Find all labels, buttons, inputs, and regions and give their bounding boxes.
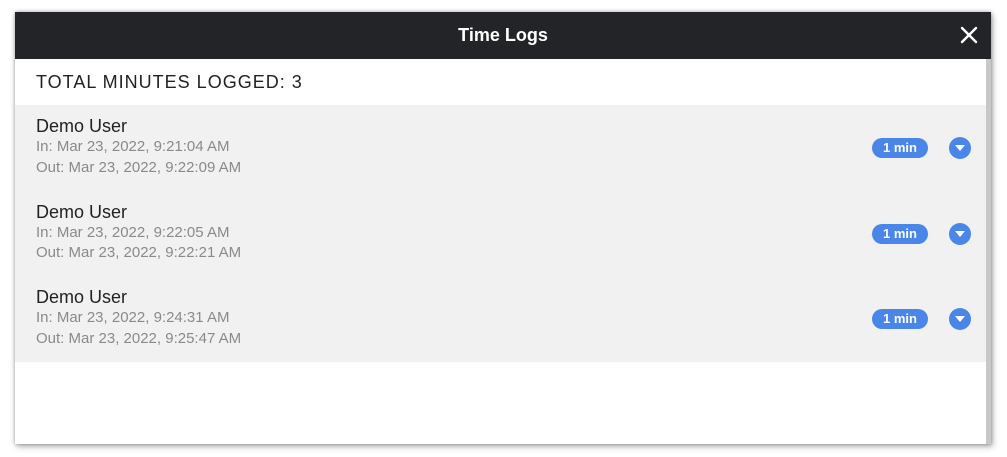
log-out-time: Out: Mar 23, 2022, 9:22:21 AM: [36, 244, 242, 261]
duration-badge: 1 min: [872, 223, 928, 244]
expand-entry-button[interactable]: [949, 222, 971, 245]
duration-badge: 1 min: [872, 309, 928, 329]
log-out-time: Out: Mar 23, 2022, 9:25:47 AM: [36, 329, 242, 347]
close-button[interactable]: [957, 23, 981, 47]
time-log-list: Demo User In: Mar 23, 2022, 9:21:04 AM O…: [15, 105, 986, 362]
close-icon: [960, 26, 978, 44]
log-out-time: Out: Mar 23, 2022, 9:22:09 AM: [36, 158, 242, 176]
log-user-name: Demo User: [36, 116, 128, 136]
expand-entry-button[interactable]: [949, 137, 971, 159]
time-log-entry: Demo User In: Mar 23, 2022, 9:24:31 AM O…: [15, 276, 986, 362]
log-in-time: In: Mar 23, 2022, 9:22:05 AM: [36, 223, 230, 241]
dialog-header: Time Logs: [15, 12, 991, 59]
time-logs-dialog: Time Logs TOTAL MINUTES LOGGED: 3 Demo U…: [15, 12, 991, 444]
duration-badge: 1 min: [872, 138, 928, 158]
dialog-body: TOTAL MINUTES LOGGED: 3 Demo User In: Ma…: [15, 59, 991, 362]
log-user-name: Demo User: [36, 287, 128, 307]
dialog-title: Time Logs: [458, 25, 548, 45]
log-user-name: Demo User: [36, 201, 128, 222]
total-minutes-label: TOTAL MINUTES LOGGED: 3: [36, 71, 303, 92]
expand-entry-button[interactable]: [949, 308, 971, 330]
caret-down-icon: [955, 316, 965, 322]
log-in-time: In: Mar 23, 2022, 9:24:31 AM: [36, 309, 230, 326]
time-log-entry: Demo User In: Mar 23, 2022, 9:22:05 AM O…: [15, 191, 986, 277]
log-in-time: In: Mar 23, 2022, 9:21:04 AM: [36, 138, 230, 155]
time-log-entry: Demo User In: Mar 23, 2022, 9:21:04 AM O…: [15, 105, 986, 191]
caret-down-icon: [955, 230, 965, 237]
caret-down-icon: [955, 145, 965, 151]
